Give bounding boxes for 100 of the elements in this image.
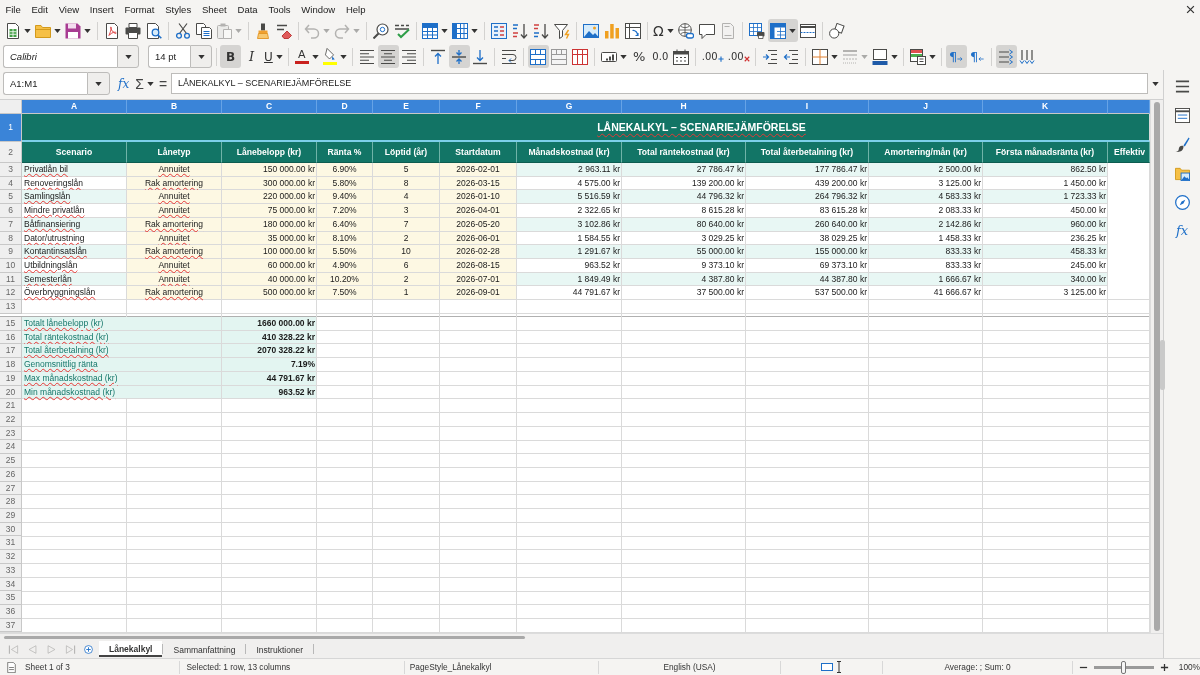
summary-value: 2070 328.22 kr (222, 344, 317, 359)
brush-icon[interactable] (1174, 137, 1190, 152)
dropdown-button[interactable] (117, 45, 139, 68)
formula-input-field[interactable]: LÅNEKALKYL – SCENARIEJÄMFÖRELSE (171, 73, 1148, 94)
column-header[interactable]: K (983, 100, 1108, 114)
menu-icon[interactable] (1174, 79, 1190, 94)
special-character-button[interactable]: Ω (651, 19, 676, 42)
column-header[interactable]: I (746, 100, 869, 114)
row-header[interactable]: 15 (0, 316, 22, 331)
text-left-to-right-button[interactable] (995, 45, 1017, 68)
formula-button[interactable]: = (158, 75, 168, 92)
number-format-button[interactable]: 0.0 (649, 45, 671, 68)
caret-icon (197, 54, 205, 59)
row-header[interactable]: 10 (0, 259, 22, 273)
row-header[interactable]: 17 (0, 344, 22, 359)
merge-center-button[interactable] (527, 45, 549, 68)
percent-format-button[interactable]: % (628, 45, 650, 68)
spreadsheet-grid[interactable] (0, 100, 1150, 633)
highlighting-button[interactable] (320, 45, 349, 68)
scrollbar-thumb[interactable] (4, 635, 525, 639)
sum-button[interactable]: Σ (135, 75, 154, 92)
font-color-button[interactable]: A (292, 45, 321, 68)
row-header[interactable]: 13 (0, 300, 22, 314)
text-cursor-icon[interactable] (836, 661, 842, 673)
row-header[interactable]: 3 (0, 163, 22, 177)
column-header[interactable]: H (622, 100, 746, 114)
menu-item[interactable]: View (53, 3, 85, 15)
font-name-field[interactable]: Calibri (3, 45, 117, 68)
menu-item[interactable]: Sheet (196, 3, 233, 15)
italic-button[interactable]: I (241, 45, 262, 68)
compass-icon[interactable] (1174, 195, 1190, 210)
slider-thumb[interactable] (1121, 660, 1127, 674)
row-header[interactable]: 35 (0, 591, 22, 605)
sheet-tab[interactable]: Sammanfattning (163, 641, 246, 657)
sheet-tab[interactable]: Instruktioner (246, 641, 314, 657)
menu-item[interactable]: Help (340, 3, 371, 15)
row-header[interactable]: 36 (0, 605, 22, 619)
zoom-percent[interactable]: 100% (1178, 662, 1200, 672)
column-header[interactable]: G (517, 100, 622, 114)
row-header[interactable]: 25 (0, 454, 22, 468)
row-header[interactable]: 9 (0, 245, 22, 260)
row-header[interactable]: 2 (0, 142, 22, 163)
function-wizard-button[interactable]: fx (118, 76, 130, 91)
column-header[interactable]: E (373, 100, 440, 114)
row-header[interactable]: 24 (0, 440, 22, 455)
align-center-button[interactable] (377, 45, 399, 68)
column-header[interactable]: F (440, 100, 517, 114)
row-header[interactable]: 5 (0, 190, 22, 205)
column-header[interactable]: C (222, 100, 317, 114)
row-header[interactable]: 21 (0, 399, 22, 413)
row-header[interactable]: 31 (0, 536, 22, 551)
page-style[interactable]: PageStyle_Lånekalkyl (409, 662, 492, 672)
align-middle-button[interactable] (448, 45, 470, 68)
add-decimal-button[interactable]: .00 (699, 45, 726, 68)
delete-decimal-button[interactable]: .00 (725, 45, 752, 68)
menu-item[interactable]: Data (232, 3, 263, 15)
right-to-left-button[interactable]: ¶ (966, 45, 988, 68)
close-icon[interactable] (1186, 4, 1195, 14)
menu-item[interactable]: Window (295, 3, 341, 15)
menu-item[interactable]: Format (119, 3, 160, 15)
row-header[interactable]: 32 (0, 550, 22, 564)
name-box-field[interactable]: A1:M1 (3, 72, 87, 95)
row-header[interactable]: 1 (0, 114, 22, 142)
dropdown-button[interactable] (87, 72, 110, 95)
font-size-field[interactable]: 14 pt (148, 45, 190, 68)
underline-button[interactable]: U (262, 45, 285, 68)
rectangle-icon[interactable] (821, 663, 833, 671)
vertical-scrollbar[interactable] (1150, 100, 1163, 633)
row-header[interactable]: 6 (0, 204, 22, 218)
row-header[interactable]: 28 (0, 495, 22, 509)
left-to-right-button[interactable]: ¶ (945, 45, 967, 68)
menu-item[interactable]: Edit (26, 3, 54, 15)
row-header[interactable]: 12 (0, 286, 22, 301)
scissors-icon (174, 22, 191, 39)
skip-forward-icon (65, 643, 76, 655)
gallery-icon[interactable] (1174, 166, 1190, 181)
image-icon (582, 22, 599, 39)
menu-item[interactable]: Styles (159, 3, 197, 15)
bold-button[interactable]: B (220, 45, 241, 68)
column-header[interactable]: D (317, 100, 373, 114)
plus-icon[interactable] (1159, 662, 1169, 672)
sidebar-handle[interactable] (1160, 340, 1165, 390)
scrollbar-thumb[interactable] (1154, 102, 1160, 631)
properties-icon[interactable] (1174, 108, 1190, 123)
menu-item[interactable]: Insert (84, 3, 119, 15)
row-header[interactable]: 18 (0, 358, 22, 372)
caret-icon (124, 54, 132, 59)
freeze-button[interactable] (767, 19, 798, 42)
menu-item[interactable]: Tools (263, 3, 296, 15)
column-header[interactable]: B (127, 100, 222, 114)
column-header[interactable]: J (869, 100, 983, 114)
caret-icon[interactable] (1152, 81, 1159, 86)
sheet-tab[interactable]: Lånekalkyl (99, 641, 163, 657)
dropdown-button[interactable] (190, 45, 212, 68)
functions-button[interactable]: fx (1175, 223, 1189, 239)
language[interactable]: English (USA) (663, 662, 716, 672)
menu-item[interactable]: File (0, 3, 27, 15)
document-icon[interactable] (6, 661, 17, 673)
column-header[interactable]: A (22, 100, 127, 114)
sheet-count: Sheet 1 of 3 (25, 662, 70, 672)
